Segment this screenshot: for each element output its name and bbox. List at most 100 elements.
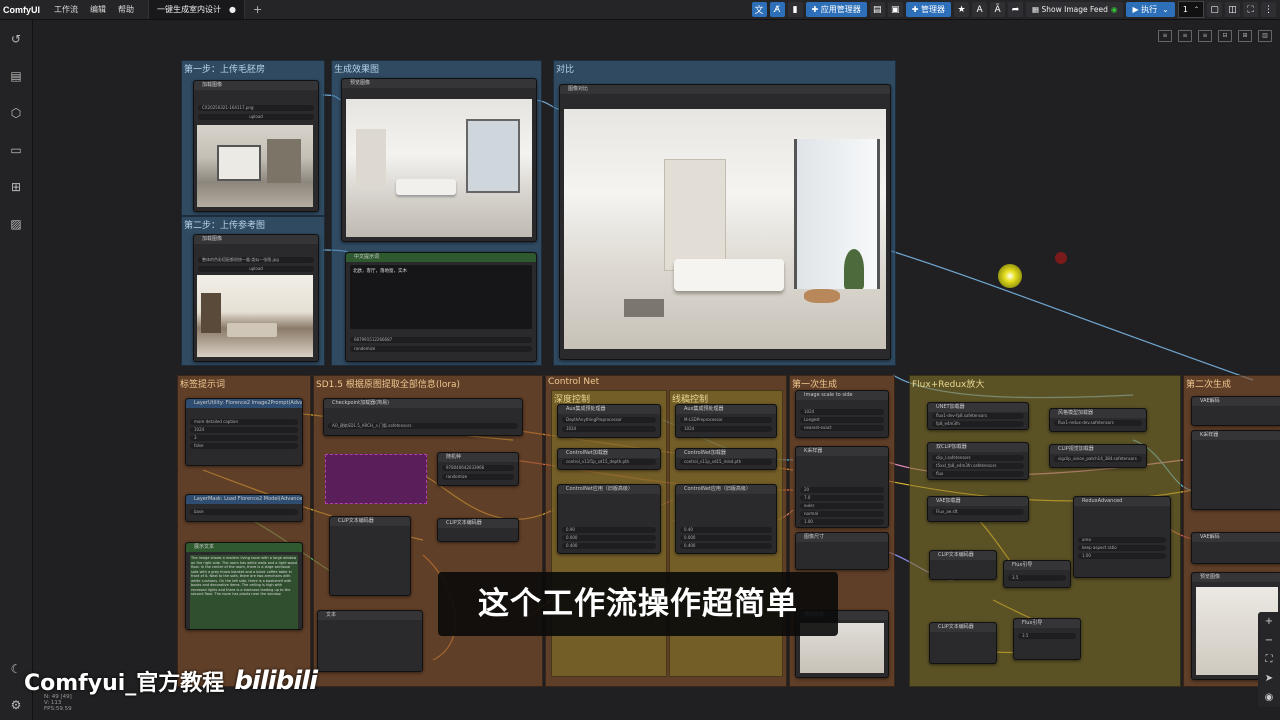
seed-node-control-widget[interactable]: randomize — [442, 474, 514, 480]
visibility-icon[interactable]: ◉ — [1258, 688, 1280, 707]
node-chinese-prompt[interactable]: 中文提示词 北欧，客厅，落地窗，实木 687991512266687 rando… — [345, 252, 537, 362]
app-manager-button[interactable]: ✚ 应用管理器 — [805, 2, 867, 17]
mode-widget[interactable]: keep aspect ratio — [1078, 545, 1166, 551]
node-show-text[interactable]: 展示文本 The image shows a modern living roo… — [185, 542, 303, 630]
text-style-icon[interactable]: Ã — [990, 2, 1006, 17]
node-clip-encode-2[interactable]: CLIP文本编码器 — [437, 518, 519, 542]
translate-toggle-icon[interactable]: A̸ — [769, 2, 785, 17]
run-count-input[interactable]: 1 ⌃ — [1177, 1, 1204, 18]
node-cn-apply-2[interactable]: ControlNet应用（旧版高级） 0.40 0.000 0.400 — [675, 484, 777, 554]
star-icon[interactable]: ★ — [954, 2, 970, 17]
node-load-image-1[interactable]: 加载图像 CX20250321-164117.png upload — [193, 80, 319, 212]
cn-start-2-widget[interactable]: 0.000 — [680, 535, 772, 541]
seed-node-value-widget[interactable]: 978040642033966 — [442, 465, 514, 471]
downsampling-widget[interactable]: area — [1078, 537, 1166, 543]
images-icon[interactable]: ▨ — [9, 217, 23, 231]
zoom-out-icon[interactable]: − — [1258, 631, 1280, 650]
cn-strength-1-widget[interactable]: 0.90 — [562, 527, 656, 533]
align-right-icon[interactable]: ≡ — [1198, 30, 1212, 42]
fullscreen-icon[interactable]: ⛶ — [1243, 2, 1258, 17]
menu-edit[interactable]: 编辑 — [84, 4, 112, 15]
cn-depth-res-widget[interactable]: 1024 — [562, 426, 656, 432]
node-vae-loader[interactable]: VAE加载器 Flux_ae.sft — [927, 496, 1029, 522]
unet-weight-widget[interactable]: fp8_e4m3fn — [932, 421, 1024, 427]
text-size-icon[interactable]: A — [972, 2, 988, 17]
vae-name-widget[interactable]: Flux_ae.sft — [932, 509, 1024, 515]
run-button[interactable]: ▶ 执行 ⌄ — [1126, 2, 1175, 17]
florence-version-widget[interactable]: base — [190, 509, 298, 515]
node-image-compare[interactable]: 图像对比 — [559, 84, 891, 360]
scheduler-widget[interactable]: normal — [800, 511, 884, 517]
node-redux[interactable]: ReduxAdvanced area keep aspect ratio 1.0… — [1073, 496, 1171, 578]
image-file-1-widget[interactable]: CX20250321-164117.png — [198, 105, 314, 111]
cn-line-res-widget[interactable]: 1024 — [680, 426, 772, 432]
layout-icon[interactable]: ▥ — [1258, 30, 1272, 42]
node-clip-vision[interactable]: CLIP视觉加载器 sigclip_vision_patch14_384.saf… — [1049, 444, 1147, 468]
theme-toggle-icon[interactable]: ☾ — [9, 662, 23, 676]
node-preview-1[interactable]: 预览图像 — [341, 78, 537, 242]
node-image-size[interactable]: 图像尺寸 — [795, 532, 889, 570]
cn-line-model-widget[interactable]: M-LSDPreprocessor — [680, 417, 772, 423]
node-text-concat[interactable]: 文本 — [317, 610, 423, 672]
cn-end-2-widget[interactable]: 0.400 — [680, 543, 772, 549]
node-florence[interactable]: LayerUtility: Florence2 Image2Prompt(Adv… — [185, 398, 303, 466]
manager-button[interactable]: ✚ 管理器 — [905, 2, 952, 17]
zoom-in-icon[interactable]: + — [1258, 612, 1280, 631]
clip1-widget[interactable]: clip_l.safetensors — [932, 455, 1024, 461]
style-name-widget[interactable]: flux1-redux-dev.safetensors — [1054, 420, 1142, 426]
queue-icon[interactable]: ▤ — [9, 69, 23, 83]
node-cn-depth-pre[interactable]: Aux集成预处理器 DepthAnythingPreprocessor 1024 — [557, 404, 661, 438]
menu-help[interactable]: 帮助 — [112, 4, 140, 15]
restore-icon[interactable]: ▢ — [1207, 2, 1222, 17]
node-dual-clip[interactable]: 双CLIP加载器 clip_l.safetensors t5xxl_fp8_e4… — [927, 442, 1029, 480]
florence-beams-widget[interactable]: 3 — [190, 435, 298, 441]
show-image-feed-button[interactable]: ▦ Show Image Feed ◉ — [1026, 2, 1124, 17]
guide-2-widget[interactable]: 3.5 — [1018, 633, 1076, 639]
scale-mode-widget[interactable]: Longest — [800, 417, 884, 423]
cn-strength-2-widget[interactable]: 0.40 — [680, 527, 772, 533]
node-unet[interactable]: UNET加载器 flux1-dev-fp8.safetensors fp8_e4… — [927, 402, 1029, 430]
upload-2-button[interactable]: upload — [198, 266, 314, 272]
node-ksampler-2[interactable]: K采样器 — [1191, 430, 1280, 510]
share-icon[interactable]: ➦ — [1008, 2, 1024, 17]
image-file-2-widget[interactable]: 整体的色彩搭配都很统一暖·类似一张图.jpg — [198, 257, 314, 263]
unet-name-widget[interactable]: flux1-dev-fp8.safetensors — [932, 413, 1024, 419]
fit-view-icon[interactable]: ⛶ — [1258, 650, 1280, 669]
steps-widget[interactable]: 20 — [800, 487, 884, 493]
node-flux-guide-2[interactable]: Flux引导 3.5 — [1013, 618, 1081, 660]
scale-side-widget[interactable]: 1024 — [800, 409, 884, 415]
window-icon[interactable]: ◫ — [1225, 2, 1240, 17]
clipboard-icon[interactable]: ▤ — [869, 2, 885, 17]
history-icon[interactable]: ↺ — [9, 32, 23, 46]
node-cn-loader-1[interactable]: ControlNet加载器 control_v11f1p_sd15_depth.… — [557, 448, 661, 470]
florence-max-widget[interactable]: 1024 — [190, 427, 298, 433]
node-vae-decode[interactable]: VAE解码 — [1191, 396, 1280, 426]
denoise-widget[interactable]: 1.00 — [800, 519, 884, 525]
workflows-icon[interactable]: ▭ — [9, 143, 23, 157]
node-seed[interactable]: 随机种 978040642033966 randomize — [437, 452, 519, 486]
settings-icon[interactable]: ⚙ — [9, 698, 23, 712]
pointer-icon[interactable]: ➤ — [1258, 669, 1280, 688]
node-library-icon[interactable]: ⊞ — [9, 180, 23, 194]
bypassed-node[interactable] — [325, 454, 427, 504]
bookmark-icon[interactable]: ▮ — [787, 2, 803, 17]
seed-widget[interactable]: 687991512266687 — [350, 337, 532, 343]
node-cn-loader-2[interactable]: ControlNet加载器 control_v11p_sd15_mlsd.pth — [675, 448, 777, 470]
cn-file-1-widget[interactable]: control_v11f1p_sd15_depth.pth — [562, 459, 656, 465]
node-ksampler[interactable]: K采样器 20 7.0 euler normal 1.00 — [795, 446, 889, 528]
translate-icon[interactable]: 文 — [751, 2, 767, 17]
node-load-image-2[interactable]: 加载图像 整体的色彩搭配都很统一暖·类似一张图.jpg upload — [193, 234, 319, 362]
align-left-icon[interactable]: ≡ — [1158, 30, 1172, 42]
distribute-icon[interactable]: ⊟ — [1218, 30, 1232, 42]
more-icon[interactable]: ⋮ — [1261, 2, 1276, 17]
clip-type-widget[interactable]: flux — [932, 471, 1024, 477]
clip2-widget[interactable]: t5xxl_fp8_e4m3fn.safetensors — [932, 463, 1024, 469]
node-checkpoint[interactable]: Checkpoint加载器(简易) AO_建筑SD1.5_ARCH_入门版.sa… — [323, 398, 523, 436]
cn-depth-model-widget[interactable]: DepthAnythingPreprocessor — [562, 417, 656, 423]
node-clip-encode[interactable]: CLIP文本编码器 — [329, 516, 411, 596]
new-tab-button[interactable]: + — [253, 3, 262, 16]
florence-task-widget[interactable]: more detailed caption — [190, 419, 298, 425]
scale-method-widget[interactable]: nearest-exact — [800, 425, 884, 431]
strength-widget[interactable]: 1.00 — [1078, 553, 1166, 559]
florence-sample-widget[interactable]: false — [190, 443, 298, 449]
